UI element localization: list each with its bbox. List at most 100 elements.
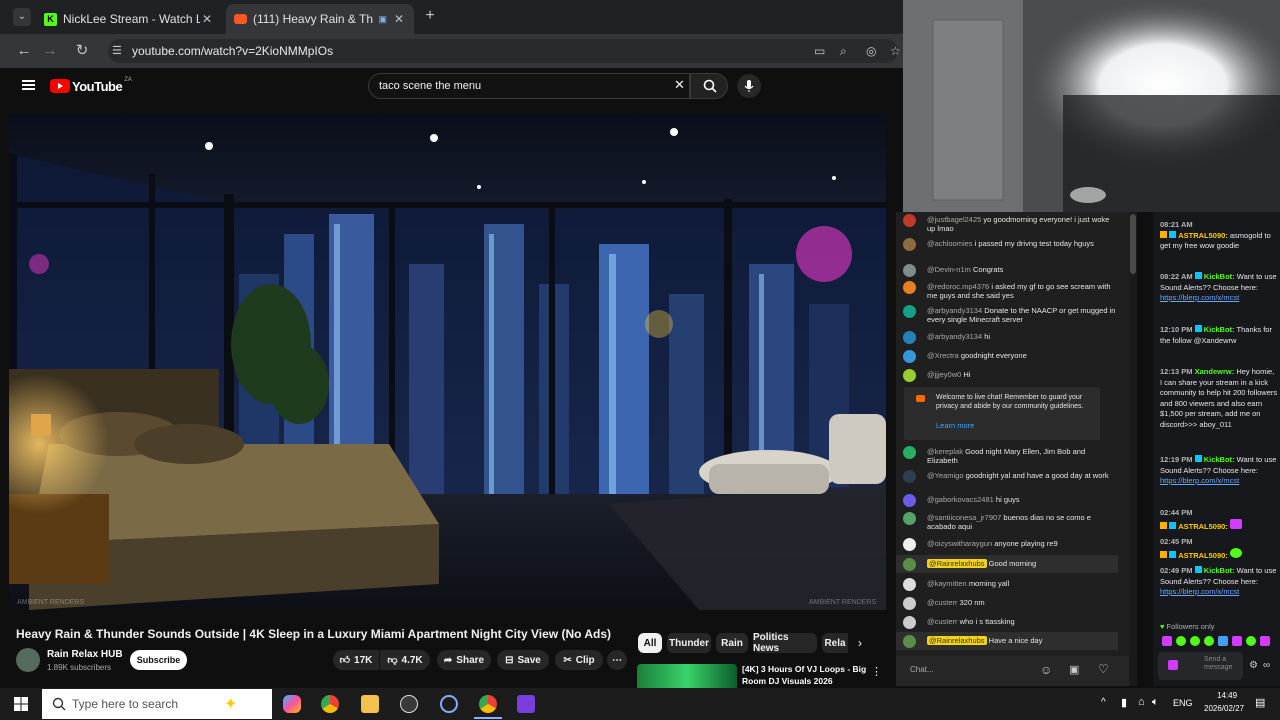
chat-author[interactable]: @santiiconesa_jr7907 — [927, 513, 1001, 522]
suggested-video-title-line1[interactable]: [4K] 3 Hours Of VJ Loops - Big — [742, 664, 866, 674]
suggested-more-icon[interactable]: ⋮ — [871, 665, 882, 678]
chip-thunder[interactable]: Thunder — [667, 633, 711, 653]
address-bar[interactable]: ☰ youtube.com/watch?v=2KioNMMpIOs ▭ ⌕ ◎ … — [108, 39, 901, 63]
obs-icon[interactable] — [400, 695, 418, 713]
chip-rain[interactable]: Rain — [716, 633, 748, 653]
chat-author[interactable]: @kereplak — [927, 447, 963, 456]
kick-message-input[interactable]: Send a message — [1158, 652, 1243, 680]
chip-all[interactable]: All — [638, 633, 662, 653]
install-app-icon[interactable]: ▭ — [814, 39, 825, 63]
chat-author[interactable]: @Yeamigo — [927, 471, 964, 480]
dislike-button[interactable]: 👎︎ 4.7K — [380, 650, 430, 670]
copilot-icon[interactable] — [283, 695, 301, 713]
chrome-active-icon[interactable] — [479, 695, 497, 713]
chip-relaxation[interactable]: Rela — [822, 633, 848, 653]
learn-more-link[interactable]: Learn more — [936, 421, 974, 430]
heart-icon[interactable]: ♡ — [1098, 662, 1109, 676]
visual-studio-icon[interactable] — [517, 695, 535, 713]
chat-author[interactable]: @custerr — [927, 598, 958, 607]
emote-bar[interactable] — [1162, 636, 1278, 648]
save-button[interactable]: ⊟ Save — [497, 650, 549, 670]
tab-kick-stream[interactable]: K NickLee Stream - Watch Live on ✕ — [36, 4, 222, 34]
menu-hamburger-icon[interactable] — [22, 80, 35, 90]
eye-off-icon[interactable]: ◎ — [866, 39, 876, 63]
chat-scrollbar[interactable] — [1129, 212, 1137, 686]
site-info-icon[interactable]: ☰ — [112, 39, 122, 63]
close-tab-icon[interactable]: ✕ — [392, 12, 406, 26]
chat-author[interactable]: @kaymitten — [927, 579, 967, 588]
search-input[interactable]: taco scene the menu — [368, 73, 690, 99]
channel-avatar[interactable] — [16, 648, 40, 672]
share-button[interactable]: ➦ Share — [437, 650, 491, 670]
forward-icon[interactable]: → — [41, 42, 59, 60]
chat-input[interactable]: Chat... ☺ ▣ ♡ — [896, 656, 1129, 686]
chips-next-icon[interactable]: › — [858, 636, 862, 650]
chat-author[interactable]: Xandewrw: — [1195, 367, 1235, 376]
notifications-icon[interactable]: ▤ — [1255, 696, 1265, 709]
video-player[interactable]: AMBIENT RENDERS AMBIENT RENDERS — [9, 114, 886, 610]
channel-name[interactable]: Rain Relax HUB — [47, 649, 123, 660]
mic-tray-icon[interactable]: ▮ — [1121, 696, 1127, 709]
chat-author[interactable]: ASTRAL5090: — [1178, 551, 1228, 560]
tray-overflow-icon[interactable]: ^ — [1101, 697, 1106, 708]
taskbar-search-box[interactable]: Type here to search ✦ — [42, 689, 272, 719]
super-chat-icon[interactable]: ▣ — [1069, 663, 1079, 676]
chat-link[interactable]: https://blerp.com/x/mcst — [1160, 293, 1239, 302]
chat-scrollbar-thumb[interactable] — [1130, 214, 1136, 274]
chat-author[interactable]: @gaborkovacs2481 — [927, 495, 994, 504]
network-icon[interactable]: ⌂ — [1138, 696, 1145, 708]
suggested-video-title-line2[interactable]: Room DJ Visuals 2026 — [742, 676, 833, 686]
clock-date[interactable]: 2026/02/27 — [1204, 704, 1244, 713]
chat-author[interactable]: @arbyandy3134 — [927, 332, 982, 341]
clip-button[interactable]: ✂ Clip — [555, 650, 603, 670]
bookmark-star-icon[interactable]: ☆ — [890, 39, 901, 63]
subscribe-button[interactable]: Subscribe — [130, 650, 187, 670]
chat-author[interactable]: @arbyandy3134 — [927, 306, 982, 315]
chat-author[interactable]: KickBot: — [1204, 455, 1235, 464]
chat-author[interactable]: ASTRAL5090: — [1178, 231, 1228, 240]
suggested-video-thumbnail[interactable] — [637, 664, 737, 688]
chat-author[interactable]: @justbagel2425 — [927, 215, 981, 224]
back-icon[interactable]: ← — [15, 42, 33, 60]
chat-author[interactable]: @custerr — [927, 617, 958, 626]
clock-time[interactable]: 14:49 — [1217, 691, 1237, 700]
file-explorer-icon[interactable] — [361, 695, 379, 713]
windows-start-icon[interactable] — [14, 697, 28, 711]
chat-author[interactable]: @jjjey0w0 — [927, 370, 961, 379]
chat-author-badge[interactable]: @Rainrelaxhubs — [927, 636, 987, 645]
new-tab-icon[interactable]: + — [421, 7, 439, 25]
emoji-icon[interactable]: ☺ — [1040, 663, 1052, 677]
reload-icon[interactable]: ↻ — [73, 42, 91, 60]
emote-picker-icon[interactable] — [1168, 660, 1178, 670]
chat-author-badge[interactable]: @Rainrelaxhubs — [927, 559, 987, 568]
volume-icon[interactable]: 🔈︎ — [1152, 696, 1159, 709]
chip-politics-news[interactable]: Politics News — [753, 632, 817, 654]
voice-search-button[interactable] — [737, 74, 761, 98]
chat-author[interactable]: KickBot: — [1204, 272, 1235, 281]
chrome-icon[interactable] — [321, 695, 339, 713]
chat-author[interactable]: KickBot: — [1204, 566, 1235, 575]
snipping-tool-icon[interactable] — [440, 695, 458, 713]
chat-author[interactable]: @achloomies — [927, 239, 973, 248]
input-language[interactable]: ENG — [1173, 698, 1193, 708]
chat-author[interactable]: @Xrectra — [927, 351, 959, 360]
chat-author[interactable]: @Devin-n1m — [927, 265, 971, 274]
tab-youtube-video[interactable]: (111) Heavy Rain & Thunde ▣ ✕ — [226, 4, 414, 34]
chat-users-icon[interactable]: ∞ — [1263, 660, 1270, 671]
close-tab-icon[interactable]: ✕ — [200, 12, 214, 26]
chat-author[interactable]: @redoroc.mp4376 — [927, 282, 989, 291]
youtube-logo[interactable]: YouTube ZA — [50, 77, 132, 94]
more-actions-button[interactable]: ⋯ — [607, 650, 627, 670]
zoom-icon[interactable]: ⌕ — [840, 39, 847, 63]
chat-link[interactable]: https://blerp.com/x/mcst — [1160, 476, 1239, 485]
chat-author[interactable]: @oizyswitharaygun — [927, 539, 992, 548]
chat-text: goodnight yal and have a good day at wor… — [965, 471, 1109, 480]
chat-author[interactable]: ASTRAL5090: — [1178, 522, 1228, 531]
like-button[interactable]: 👍︎ 17K — [333, 650, 379, 670]
tab-search-button[interactable]: ⌄ — [13, 8, 31, 26]
search-button[interactable] — [690, 73, 728, 99]
chat-link[interactable]: https://blerp.com/x/mcst — [1160, 587, 1239, 596]
chat-settings-icon[interactable]: ⚙︎ — [1249, 660, 1258, 671]
chat-author[interactable]: KickBot: — [1204, 325, 1235, 334]
clear-search-icon[interactable]: ✕ — [674, 77, 685, 93]
